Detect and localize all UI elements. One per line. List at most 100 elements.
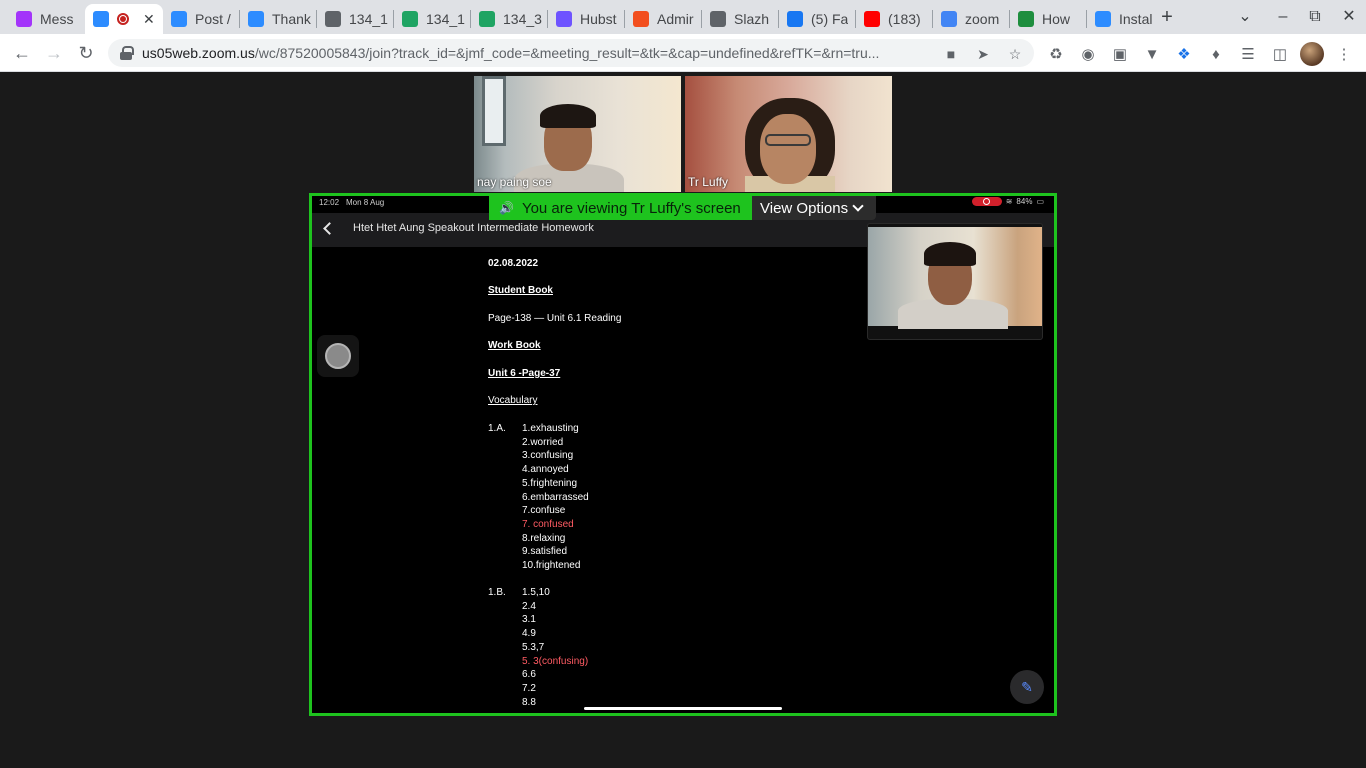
browser-tab[interactable]: Admir [625,4,702,34]
zoom-icon [248,11,264,27]
tab-title: How [1042,11,1071,27]
participant-hair [924,242,976,266]
browser-tab-strip: Mess ✕ Post / Thank 134_1 134_1 134_3 Hubst Admi… [0,0,1366,34]
lock-icon [120,46,134,60]
link-icon [1018,11,1034,27]
globe-icon [325,11,341,27]
tab-title: (5) Fa [811,11,849,27]
browser-tab[interactable]: ✕ [85,4,163,34]
doc-page-line: Page-138 — Unit 6.1 Reading [488,313,622,324]
battery-percent: 84% [1016,197,1033,206]
address-bar[interactable]: us05web.zoom.us/wc/87520005843/join?trac… [108,39,1034,67]
back-icon[interactable]: ← [10,41,34,65]
close-tab-icon[interactable]: ✕ [143,11,155,28]
participant-name: nay paing soe [477,175,552,189]
chrome-menu-icon[interactable]: ⋮ [1334,44,1354,64]
youtube-icon [864,11,880,27]
audio-extension-icon[interactable]: ❖ [1174,44,1194,64]
assistive-touch-button[interactable] [317,335,359,377]
tab-search-icon[interactable]: ⌄ [1230,6,1260,28]
document-title: Htet Htet Aung Speakout Intermediate Hom… [353,222,594,234]
doc-answer-1a: 7.confuse [522,505,566,517]
browser-tab[interactable]: Hubst [548,4,625,34]
doc-answer-1a: 4.annoyed [522,464,569,476]
zoom-meeting-area: nay paing soe Tr Luffy 12:02 Mon 8 Aug ≋… [0,73,1366,768]
participant-video-tile[interactable]: nay paing soe [474,76,681,192]
close-window-icon[interactable]: ✕ [1334,6,1364,28]
status-date: Mon 8 Aug [346,198,385,207]
browser-toolbar: ← → ↻ us05web.zoom.us/wc/87520005843/joi… [0,34,1366,72]
doc-answer-1b: 1.5,10 [522,587,550,598]
profile-avatar[interactable] [1300,42,1324,66]
url-text[interactable]: us05web.zoom.us/wc/87520005843/join?trac… [142,45,932,61]
back-chevron-icon[interactable] [323,222,336,235]
home-indicator [584,707,782,710]
speaker-icon: 🔊 [499,201,514,215]
doc-date: 02.08.2022 [488,258,539,269]
screen-record-icon [971,197,1002,206]
tab-title: Hubst [580,11,617,27]
participant-name: Tr Luffy [688,175,729,189]
participant-hair [540,104,596,128]
browser-tab[interactable]: (183) [856,4,933,34]
browser-tab[interactable]: 134_3 [471,4,548,34]
facebook-icon [787,11,803,27]
wifi-icon: ≋ [1005,197,1013,206]
browser-tab[interactable]: Thank [240,4,317,34]
extensions-puzzle-icon[interactable]: ♦ [1206,44,1226,64]
screenshot-extension-icon[interactable]: ◉ [1078,44,1098,64]
recording-icon [117,13,129,25]
status-time: 12:02 [319,198,340,207]
google-drive-icon [479,11,495,27]
share-icon[interactable]: ➤ [974,45,992,63]
tab-title: Thank [272,11,311,27]
browser-tab[interactable]: Post / [163,4,240,34]
minimize-icon[interactable]: – [1268,6,1298,28]
shared-screen[interactable]: 12:02 Mon 8 Aug ≋ 84% ▭ Htet Htet Aung S… [309,193,1057,716]
share-banner-text: You are viewing Tr Luffy's screen [521,199,741,217]
doc-answer-1b: 5. 3(confusing) [522,655,589,667]
recycle-extension-icon[interactable]: ♻ [1046,44,1066,64]
battery-icon: ▭ [1036,197,1044,206]
browser-tab[interactable]: Mess [8,4,85,34]
zoom-icon [93,11,109,27]
video-background-window [482,76,506,146]
view-options-button[interactable]: View Options [752,196,876,220]
doc-answer-1b: 6.6 [522,669,536,681]
doc-label-1b: 1.B. [488,587,506,598]
browser-tab[interactable]: 134_1 [394,4,471,34]
pencil-icon[interactable]: ✎ [1010,670,1044,704]
doc-heading-work-book: Work Book [488,340,541,351]
vpn-extension-icon[interactable]: ▼ [1142,44,1162,64]
doc-answer-1a: 2.worried [522,436,564,448]
doc-label-1a: 1.A. [488,423,506,434]
doc-answer-1b: 7.2 [522,682,536,694]
doc-heading-student-book: Student Book [488,285,553,296]
browser-tab[interactable]: How [1010,4,1087,34]
google-drive-icon [402,11,418,27]
tab-title: Slazh [734,11,770,27]
self-view-video[interactable] [867,223,1043,340]
doc-answer-1a: 6.embarrassed [522,491,589,503]
browser-tab[interactable]: 134_1 [317,4,394,34]
browser-tab[interactable]: Slazh [702,4,779,34]
side-panel-icon[interactable]: ◫ [1270,44,1290,64]
tab-title: Mess [40,11,74,27]
bookmark-star-icon[interactable]: ☆ [1006,45,1024,63]
doc-answer-1b: 3.1 [522,614,536,626]
tab-title: Instal [1119,11,1153,27]
doc-answer-1b: 4.9 [522,628,536,640]
media-control-icon[interactable]: ☰ [1238,44,1258,64]
browser-tab[interactable]: zoom [933,4,1010,34]
doc-answer-1b: 5.3,7 [522,641,545,653]
forward-icon[interactable]: → [42,41,66,65]
globe-icon [710,11,726,27]
reload-icon[interactable]: ↻ [74,41,98,65]
participant-video-tile[interactable]: Tr Luffy [685,76,892,192]
new-tab-button[interactable]: + [1152,6,1182,28]
profile-extension-icon[interactable]: ▣ [1110,44,1130,64]
camera-permission-icon[interactable]: ■ [942,45,960,63]
chevron-down-icon [852,200,864,212]
browser-tab[interactable]: (5) Fa [779,4,856,34]
restore-icon[interactable]: ⧉ [1300,6,1330,28]
